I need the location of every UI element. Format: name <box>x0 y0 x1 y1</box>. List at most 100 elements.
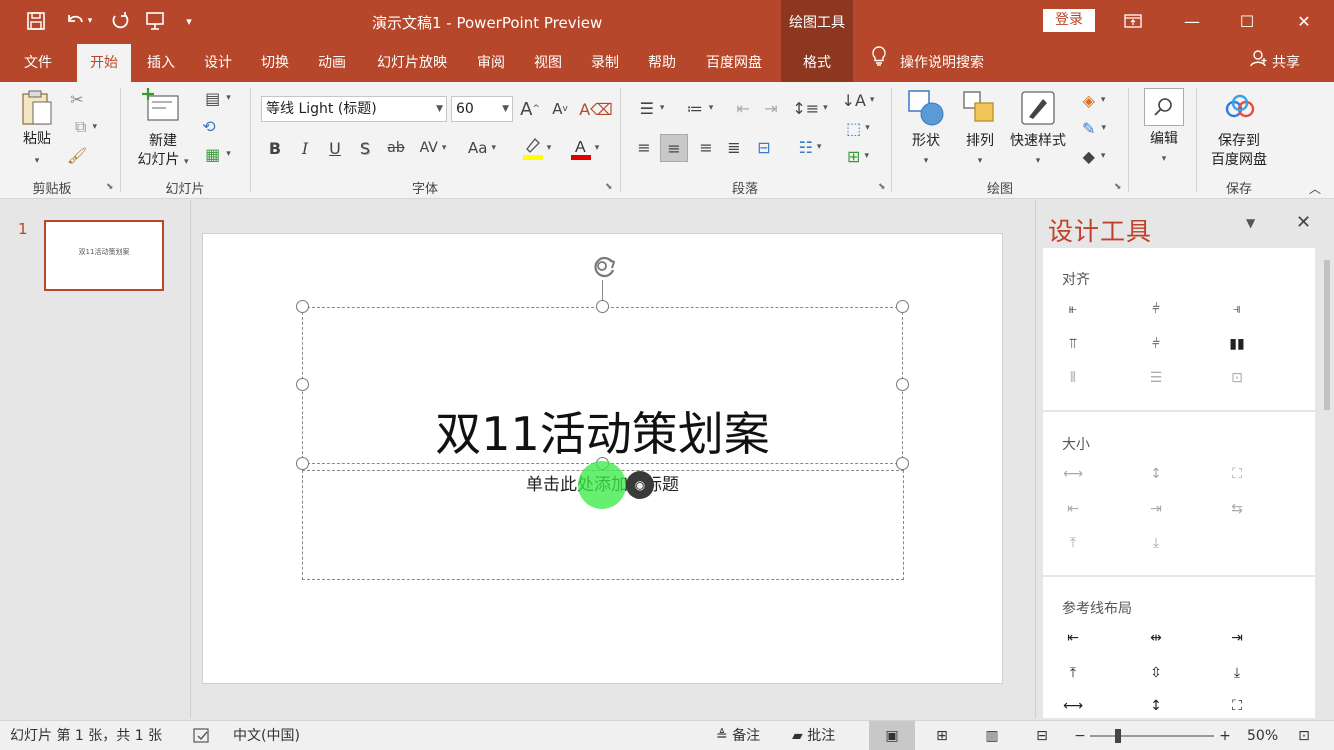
login-button[interactable]: 登录 <box>1043 9 1095 32</box>
copy-icon[interactable]: ⧉ ▾ <box>66 116 106 138</box>
text-direction-icon[interactable]: ↓A ▾ <box>838 88 878 112</box>
share-button[interactable]: 共享 <box>1250 44 1300 82</box>
numbering-icon[interactable]: ≔ ▾ <box>680 96 720 120</box>
normal-view-icon[interactable]: ▣ <box>869 721 915 750</box>
tab-design[interactable]: 设计 <box>195 44 241 82</box>
reading-view-icon[interactable]: ▥ <box>980 721 1004 750</box>
shape-effects-icon[interactable]: ◆ ▾ <box>1074 144 1114 168</box>
section-icon[interactable]: ▦ ▾ <box>198 144 238 164</box>
guide-box-icon[interactable]: ⛶ <box>1226 696 1248 716</box>
font-launcher-icon[interactable]: ⬊ <box>605 182 613 192</box>
save-icon[interactable] <box>22 6 50 36</box>
decrease-indent-icon[interactable]: ⇤ <box>732 96 754 120</box>
new-slide-label-1[interactable]: 新建 <box>128 132 198 151</box>
editing-dropdown-icon[interactable]: ▾ <box>1138 150 1190 169</box>
tab-animations[interactable]: 动画 <box>309 44 355 82</box>
same-height-icon[interactable]: ↕ <box>1145 463 1167 485</box>
pane-options-icon[interactable]: ▼ <box>1246 216 1255 230</box>
save-to-label-2[interactable]: 百度网盘 <box>1204 151 1274 170</box>
resize-handle[interactable] <box>596 300 609 313</box>
tab-help[interactable]: 帮助 <box>639 44 685 82</box>
resize-handle[interactable] <box>296 378 309 391</box>
reset-icon[interactable]: ⟲ <box>198 116 220 136</box>
shapes-icon[interactable] <box>906 88 946 128</box>
arrange-dropdown-icon[interactable]: ▾ <box>954 152 1006 171</box>
shapes-dropdown-icon[interactable]: ▾ <box>900 152 952 171</box>
expand-right-icon[interactable]: ⇥ <box>1145 498 1167 520</box>
ribbon-display-icon[interactable] <box>1111 6 1155 36</box>
tab-home[interactable]: 开始 <box>77 44 131 82</box>
pane-scrollbar[interactable] <box>1322 250 1331 715</box>
slide-title-text[interactable]: 双11活动策划案 <box>302 398 903 464</box>
editing-label[interactable]: 编辑 <box>1138 130 1190 149</box>
guide-left-icon[interactable]: ⇤ <box>1062 627 1084 649</box>
same-size-icon[interactable]: ⛶ <box>1226 463 1248 485</box>
bold-icon[interactable]: B <box>264 136 286 160</box>
strikethrough-icon[interactable]: ab <box>384 136 408 160</box>
quick-styles-dropdown-icon[interactable]: ▾ <box>1005 152 1071 171</box>
grow-font-icon[interactable]: A ^ <box>518 96 542 122</box>
minimize-icon[interactable]: — <box>1170 6 1214 36</box>
pane-close-icon[interactable]: ✕ <box>1296 212 1311 233</box>
customize-icon[interactable]: ▾ <box>178 6 200 36</box>
tell-me-search[interactable]: 操作说明搜索 <box>870 44 984 82</box>
line-spacing-icon[interactable]: ↕≡ ▾ <box>790 96 830 120</box>
justify-icon[interactable]: ≣ <box>722 134 746 160</box>
align-top-icon[interactable]: ⫪ <box>1062 333 1084 355</box>
shrink-font-icon[interactable]: Av <box>548 96 572 122</box>
bullets-icon[interactable]: ☰ ▾ <box>632 96 672 120</box>
resize-handle[interactable] <box>296 457 309 470</box>
resize-handle[interactable] <box>296 300 309 313</box>
expand-top-icon[interactable]: ⤒ <box>1062 532 1084 554</box>
change-case-icon[interactable]: Aa ▾ <box>462 136 502 160</box>
tab-baidu-netdisk[interactable]: 百度网盘 <box>696 44 772 82</box>
tab-review[interactable]: 审阅 <box>468 44 514 82</box>
underline-icon[interactable]: U <box>324 136 346 160</box>
redo-icon[interactable] <box>106 6 134 36</box>
expand-bottom-icon[interactable]: ⤓ <box>1145 532 1167 554</box>
align-left-icon[interactable]: ≡ <box>632 134 656 160</box>
distribute-vertical-icon[interactable]: ☰ <box>1145 367 1167 389</box>
shape-outline-icon[interactable]: ✎ ▾ <box>1074 116 1114 140</box>
paste-icon[interactable] <box>18 88 56 128</box>
quick-styles-icon[interactable] <box>1018 88 1058 128</box>
paste-dropdown-icon[interactable]: ▾ <box>14 152 60 171</box>
tab-format[interactable]: 格式 <box>781 44 853 82</box>
tab-slideshow[interactable]: 幻灯片放映 <box>366 44 458 82</box>
rotate-handle-icon[interactable] <box>588 250 620 282</box>
arrange-icon[interactable] <box>960 88 1000 128</box>
slideshow-view-icon[interactable]: ⊟ <box>1030 721 1054 750</box>
distribute-horizontal-icon[interactable]: ⦀ <box>1062 367 1084 389</box>
tab-record[interactable]: 录制 <box>582 44 628 82</box>
layout-icon[interactable]: ▤ ▾ <box>198 88 238 108</box>
quick-styles-button[interactable]: 快速样式 <box>1005 132 1071 151</box>
present-icon[interactable] <box>141 6 169 36</box>
align-text-icon[interactable]: ⬚ ▾ <box>838 116 878 140</box>
expand-left-icon[interactable]: ⇤ <box>1062 498 1084 520</box>
close-icon[interactable]: ✕ <box>1282 6 1326 36</box>
paragraph-launcher-icon[interactable]: ⬊ <box>878 182 886 192</box>
clear-format-icon[interactable]: A⌫ <box>579 96 613 122</box>
font-size-combo[interactable]: 60 ▼ <box>451 96 513 122</box>
resize-handle[interactable] <box>896 378 909 391</box>
pane-scrollbar-thumb[interactable] <box>1324 260 1330 410</box>
guide-width-icon[interactable]: ⟷ <box>1062 696 1084 716</box>
save-to-label-1[interactable]: 保存到 <box>1204 132 1274 151</box>
resize-handle[interactable] <box>896 300 909 313</box>
new-slide-button[interactable]: 幻灯片 ▾ <box>128 151 198 172</box>
align-right-icon[interactable]: ≡ <box>694 134 718 160</box>
font-color-icon[interactable]: A ▾ <box>564 134 604 162</box>
maximize-icon[interactable]: ☐ <box>1225 6 1269 36</box>
slide-thumbnail[interactable]: 双11活动策划案 <box>44 220 164 291</box>
baidu-cloud-icon[interactable] <box>1222 92 1258 122</box>
fit-to-window-icon[interactable]: ⊡ <box>1294 721 1314 750</box>
highlight-color-icon[interactable]: ▾ <box>516 134 556 162</box>
italic-icon[interactable]: I <box>294 136 316 160</box>
guide-center-v-icon[interactable]: ⇹ <box>1145 627 1167 649</box>
language-status[interactable]: 中文(中国) <box>233 721 300 750</box>
format-painter-icon[interactable]: 🖌 <box>66 144 88 166</box>
clipboard-launcher-icon[interactable]: ⬊ <box>106 182 114 192</box>
collapse-ribbon-icon[interactable]: ︿ <box>1306 180 1324 196</box>
distribute-icon[interactable]: ⊟ <box>752 134 776 160</box>
smartart-icon[interactable]: ⊞ ▾ <box>838 144 878 168</box>
